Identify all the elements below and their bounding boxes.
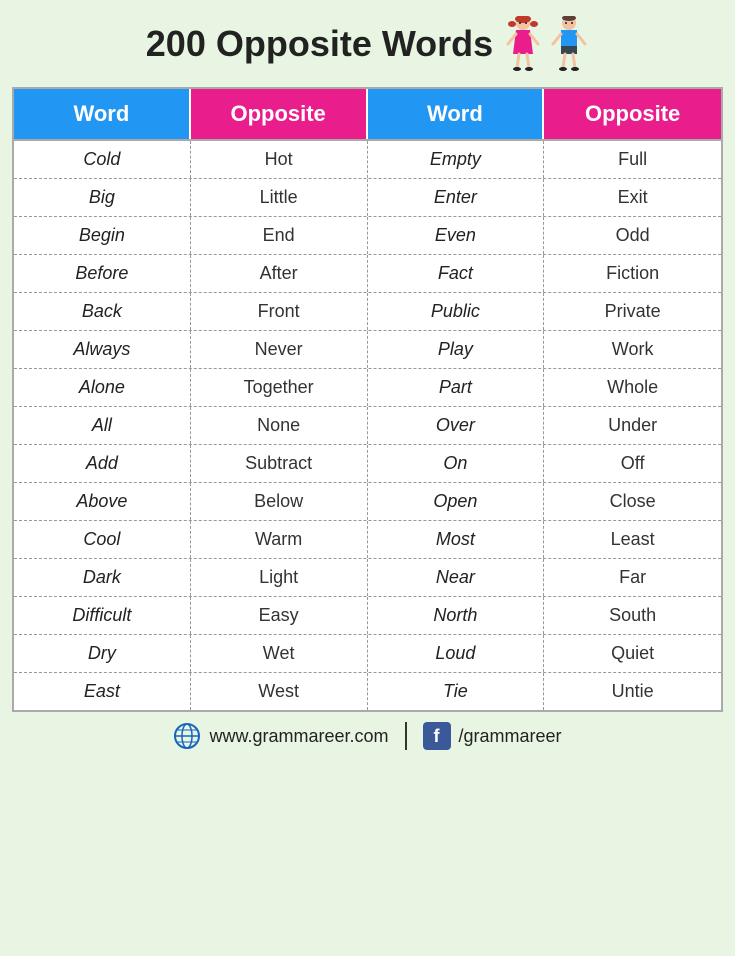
fb-label: f xyxy=(434,726,440,747)
cell-13-3: Quiet xyxy=(544,635,721,672)
cell-12-3: South xyxy=(544,597,721,634)
cell-8-0: Add xyxy=(14,445,191,482)
table-row: DifficultEasyNorthSouth xyxy=(14,596,721,634)
table-row: BackFrontPublicPrivate xyxy=(14,292,721,330)
social-text: /grammareer xyxy=(459,726,562,747)
cell-10-2: Most xyxy=(368,521,545,558)
words-table: Word Opposite Word Opposite ColdHotEmpty… xyxy=(12,87,723,712)
website-text: www.grammareer.com xyxy=(209,726,388,747)
table-header: Word Opposite Word Opposite xyxy=(14,89,721,139)
cell-2-0: Begin xyxy=(14,217,191,254)
cell-6-3: Whole xyxy=(544,369,721,406)
table-row: ColdHotEmptyFull xyxy=(14,139,721,178)
cell-4-2: Public xyxy=(368,293,545,330)
table-row: CoolWarmMostLeast xyxy=(14,520,721,558)
cell-2-1: End xyxy=(191,217,368,254)
cell-5-0: Always xyxy=(14,331,191,368)
cell-14-3: Untie xyxy=(544,673,721,710)
cell-14-2: Tie xyxy=(368,673,545,710)
header-word-1: Word xyxy=(14,89,191,139)
header-opposite-2: Opposite xyxy=(544,89,721,139)
cell-9-2: Open xyxy=(368,483,545,520)
page-title: 200 Opposite Words xyxy=(146,23,493,65)
cell-0-2: Empty xyxy=(368,141,545,178)
cell-1-1: Little xyxy=(191,179,368,216)
cell-6-2: Part xyxy=(368,369,545,406)
cell-3-1: After xyxy=(191,255,368,292)
footer-website: www.grammareer.com xyxy=(173,722,406,750)
facebook-icon: f xyxy=(423,722,451,750)
cell-2-2: Even xyxy=(368,217,545,254)
table-row: BeginEndEvenOdd xyxy=(14,216,721,254)
cell-7-1: None xyxy=(191,407,368,444)
cell-1-2: Enter xyxy=(368,179,545,216)
cell-7-0: All xyxy=(14,407,191,444)
page-wrapper: 200 Opposite Words xyxy=(0,0,735,766)
cell-3-3: Fiction xyxy=(544,255,721,292)
cell-3-0: Before xyxy=(14,255,191,292)
table-row: AlwaysNeverPlayWork xyxy=(14,330,721,368)
cell-12-0: Difficult xyxy=(14,597,191,634)
cell-13-2: Loud xyxy=(368,635,545,672)
cell-8-1: Subtract xyxy=(191,445,368,482)
cell-14-1: West xyxy=(191,673,368,710)
figures xyxy=(503,16,589,71)
table-row: BigLittleEnterExit xyxy=(14,178,721,216)
cell-9-0: Above xyxy=(14,483,191,520)
table-row: AboveBelowOpenClose xyxy=(14,482,721,520)
cell-4-0: Back xyxy=(14,293,191,330)
cell-9-1: Below xyxy=(191,483,368,520)
cell-11-1: Light xyxy=(191,559,368,596)
cell-12-1: Easy xyxy=(191,597,368,634)
cell-5-2: Play xyxy=(368,331,545,368)
cell-8-3: Off xyxy=(544,445,721,482)
cell-0-3: Full xyxy=(544,141,721,178)
header-word-2: Word xyxy=(368,89,545,139)
cell-4-1: Front xyxy=(191,293,368,330)
cell-10-3: Least xyxy=(544,521,721,558)
table-row: DryWetLoudQuiet xyxy=(14,634,721,672)
cell-6-0: Alone xyxy=(14,369,191,406)
table-body: ColdHotEmptyFullBigLittleEnterExitBeginE… xyxy=(14,139,721,710)
cell-1-3: Exit xyxy=(544,179,721,216)
cell-7-3: Under xyxy=(544,407,721,444)
table-row: AloneTogetherPartWhole xyxy=(14,368,721,406)
table-row: AllNoneOverUnder xyxy=(14,406,721,444)
header-opposite-1: Opposite xyxy=(191,89,368,139)
cell-4-3: Private xyxy=(544,293,721,330)
footer-social: f /grammareer xyxy=(407,722,562,750)
cell-6-1: Together xyxy=(191,369,368,406)
cell-0-0: Cold xyxy=(14,141,191,178)
cell-2-3: Odd xyxy=(544,217,721,254)
table-row: AddSubtractOnOff xyxy=(14,444,721,482)
table-row: DarkLightNearFar xyxy=(14,558,721,596)
cell-11-0: Dark xyxy=(14,559,191,596)
cell-9-3: Close xyxy=(544,483,721,520)
girl-figure-icon xyxy=(503,16,543,71)
cell-12-2: North xyxy=(368,597,545,634)
cell-11-3: Far xyxy=(544,559,721,596)
table-row: EastWestTieUntie xyxy=(14,672,721,710)
footer: www.grammareer.com f /grammareer xyxy=(12,712,723,756)
cell-3-2: Fact xyxy=(368,255,545,292)
cell-5-3: Work xyxy=(544,331,721,368)
cell-5-1: Never xyxy=(191,331,368,368)
cell-14-0: East xyxy=(14,673,191,710)
table-row: BeforeAfterFactFiction xyxy=(14,254,721,292)
title-row: 200 Opposite Words xyxy=(12,10,723,77)
globe-icon xyxy=(173,722,201,750)
cell-11-2: Near xyxy=(368,559,545,596)
cell-0-1: Hot xyxy=(191,141,368,178)
cell-13-0: Dry xyxy=(14,635,191,672)
boy-figure-icon xyxy=(549,16,589,71)
cell-7-2: Over xyxy=(368,407,545,444)
cell-10-1: Warm xyxy=(191,521,368,558)
cell-13-1: Wet xyxy=(191,635,368,672)
cell-10-0: Cool xyxy=(14,521,191,558)
cell-1-0: Big xyxy=(14,179,191,216)
cell-8-2: On xyxy=(368,445,545,482)
